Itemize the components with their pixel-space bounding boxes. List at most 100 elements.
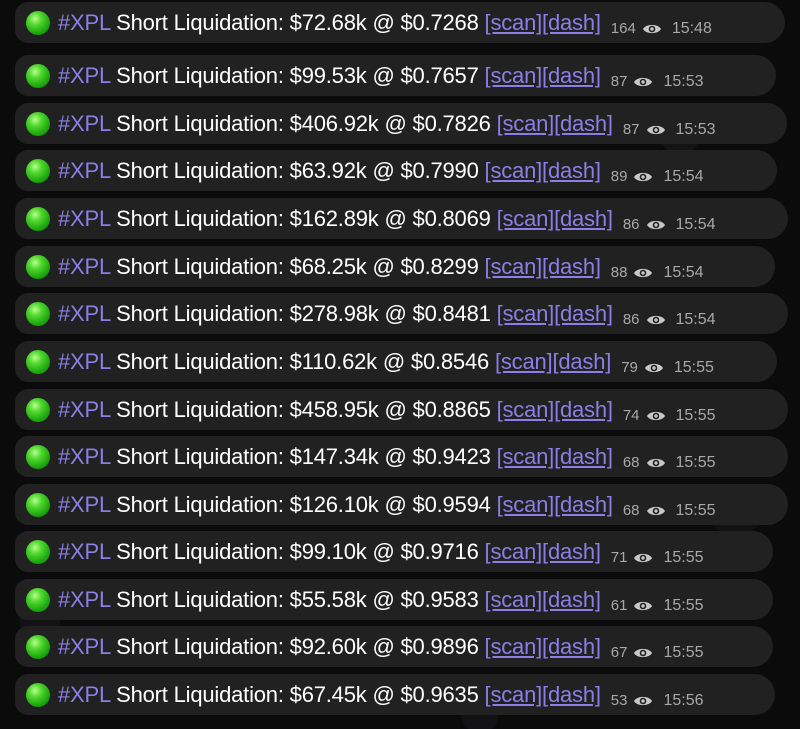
hashtag-link[interactable]: #XPL xyxy=(58,10,110,35)
scan-link[interactable]: [scan] xyxy=(485,158,543,183)
message-bubble[interactable]: #XPL Short Liquidation: $99.53k @ $0.765… xyxy=(15,55,776,96)
dash-link[interactable]: [dash] xyxy=(554,301,613,326)
scan-link[interactable]: [scan] xyxy=(497,397,555,422)
view-count: 53 xyxy=(610,692,628,709)
message-bubble[interactable]: #XPL Short Liquidation: $406.92k @ $0.78… xyxy=(15,103,787,144)
eye-icon xyxy=(646,458,665,467)
hashtag-link[interactable]: #XPL xyxy=(58,587,110,612)
dash-link[interactable]: [dash] xyxy=(542,158,601,183)
scan-link[interactable]: [scan] xyxy=(485,682,543,707)
scan-link[interactable]: [scan] xyxy=(497,111,555,136)
view-count: 87 xyxy=(622,121,640,138)
message-bubble[interactable]: #XPL Short Liquidation: $458.95k @ $0.88… xyxy=(15,389,788,430)
dash-link[interactable]: [dash] xyxy=(552,349,611,374)
message-bubble[interactable]: #XPL Short Liquidation: $278.98k @ $0.84… xyxy=(15,293,788,334)
view-count: 68 xyxy=(622,454,640,471)
dash-link[interactable]: [dash] xyxy=(554,492,613,517)
message-meta: 86 15:54 xyxy=(623,216,716,234)
green-circle-icon xyxy=(26,301,50,326)
green-circle-icon xyxy=(26,539,50,564)
green-circle-icon xyxy=(26,349,50,374)
hashtag-link[interactable]: #XPL xyxy=(58,301,110,326)
hashtag-link[interactable]: #XPL xyxy=(58,349,110,374)
message-meta: 74 15:55 xyxy=(623,407,716,425)
message-text: #XPL Short Liquidation: $68.25k @ $0.829… xyxy=(58,254,601,280)
message-meta: 53 15:56 xyxy=(611,692,704,710)
hashtag-link[interactable]: #XPL xyxy=(58,206,110,231)
liquidation-text: Short Liquidation: $68.25k @ $0.8299 xyxy=(110,253,485,279)
eye-icon xyxy=(646,220,665,229)
view-count: 61 xyxy=(610,597,628,614)
dash-link[interactable]: [dash] xyxy=(542,682,601,707)
scan-link[interactable]: [scan] xyxy=(485,63,543,88)
green-circle-icon xyxy=(26,492,50,517)
message-bubble[interactable]: #XPL Short Liquidation: $92.60k @ $0.989… xyxy=(15,626,773,667)
scan-link[interactable]: [scan] xyxy=(485,587,543,612)
scan-link[interactable]: [scan] xyxy=(485,254,543,279)
hashtag-link[interactable]: #XPL xyxy=(58,492,110,517)
green-circle-icon xyxy=(26,206,50,231)
message-text: #XPL Short Liquidation: $67.45k @ $0.963… xyxy=(58,682,601,708)
message-time: 15:55 xyxy=(675,406,716,424)
dash-link[interactable]: [dash] xyxy=(554,444,613,469)
dash-link[interactable]: [dash] xyxy=(554,111,613,136)
hashtag-link[interactable]: #XPL xyxy=(58,158,110,183)
message-bubble[interactable]: #XPL Short Liquidation: $110.62k @ $0.85… xyxy=(15,341,777,382)
hashtag-link[interactable]: #XPL xyxy=(58,63,110,88)
scan-link[interactable]: [scan] xyxy=(485,10,543,35)
message-bubble[interactable]: #XPL Short Liquidation: $99.10k @ $0.971… xyxy=(15,531,773,572)
scan-link[interactable]: [scan] xyxy=(497,301,555,326)
message-bubble[interactable]: #XPL Short Liquidation: $55.58k @ $0.958… xyxy=(15,579,773,620)
view-count: 79 xyxy=(621,359,638,376)
view-count: 74 xyxy=(622,407,640,424)
scan-link[interactable]: [scan] xyxy=(485,539,543,564)
dash-link[interactable]: [dash] xyxy=(542,63,601,88)
scan-link[interactable]: [scan] xyxy=(495,349,553,374)
message-bubble[interactable]: #XPL Short Liquidation: $68.25k @ $0.829… xyxy=(15,246,775,287)
dash-link[interactable]: [dash] xyxy=(542,634,601,659)
message-meta: 89 15:54 xyxy=(611,168,704,186)
dash-link[interactable]: [dash] xyxy=(554,397,613,422)
eye-icon xyxy=(642,24,661,33)
message-time: 15:48 xyxy=(671,19,712,37)
dash-link[interactable]: [dash] xyxy=(542,587,601,612)
message-bubble[interactable]: #XPL Short Liquidation: $72.68k @ $0.726… xyxy=(15,2,785,43)
dash-link[interactable]: [dash] xyxy=(542,10,601,35)
eye-icon xyxy=(634,648,653,657)
message-bubble[interactable]: #XPL Short Liquidation: $63.92k @ $0.799… xyxy=(15,150,777,191)
message-bubble[interactable]: #XPL Short Liquidation: $147.34k @ $0.94… xyxy=(15,436,788,477)
message-meta: 87 15:53 xyxy=(611,73,704,91)
hashtag-link[interactable]: #XPL xyxy=(58,254,110,279)
dash-link[interactable]: [dash] xyxy=(542,539,601,564)
eye-icon xyxy=(634,77,653,86)
dash-link[interactable]: [dash] xyxy=(554,206,613,231)
message-time: 15:55 xyxy=(663,643,704,661)
message-bubble[interactable]: #XPL Short Liquidation: $126.10k @ $0.95… xyxy=(15,484,788,525)
scan-link[interactable]: [scan] xyxy=(485,634,543,659)
hashtag-link[interactable]: #XPL xyxy=(58,539,110,564)
scan-link[interactable]: [scan] xyxy=(497,206,555,231)
hashtag-link[interactable]: #XPL xyxy=(58,634,110,659)
message-text: #XPL Short Liquidation: $92.60k @ $0.989… xyxy=(58,634,601,660)
liquidation-text: Short Liquidation: $99.53k @ $0.7657 xyxy=(110,62,485,88)
message-time: 15:55 xyxy=(675,501,716,519)
message-bubble[interactable]: #XPL Short Liquidation: $67.45k @ $0.963… xyxy=(15,674,775,715)
scan-link[interactable]: [scan] xyxy=(497,492,555,517)
hashtag-link[interactable]: #XPL xyxy=(58,444,110,469)
liquidation-text: Short Liquidation: $110.62k @ $0.8546 xyxy=(110,348,495,374)
message-meta: 87 15:53 xyxy=(623,121,716,139)
liquidation-text: Short Liquidation: $278.98k @ $0.8481 xyxy=(110,300,497,326)
dash-link[interactable]: [dash] xyxy=(542,254,601,279)
message-text: #XPL Short Liquidation: $458.95k @ $0.88… xyxy=(58,397,613,423)
message-text: #XPL Short Liquidation: $406.92k @ $0.78… xyxy=(58,111,613,137)
liquidation-text: Short Liquidation: $67.45k @ $0.9635 xyxy=(110,681,485,707)
message-bubble[interactable]: #XPL Short Liquidation: $162.89k @ $0.80… xyxy=(15,198,788,239)
hashtag-link[interactable]: #XPL xyxy=(58,111,110,136)
hashtag-link[interactable]: #XPL xyxy=(58,682,110,707)
message-time: 15:55 xyxy=(675,453,716,471)
message-time: 15:54 xyxy=(675,215,716,233)
scan-link[interactable]: [scan] xyxy=(497,444,555,469)
message-meta: 164 15:48 xyxy=(611,20,712,38)
eye-icon xyxy=(646,315,665,324)
hashtag-link[interactable]: #XPL xyxy=(58,397,110,422)
